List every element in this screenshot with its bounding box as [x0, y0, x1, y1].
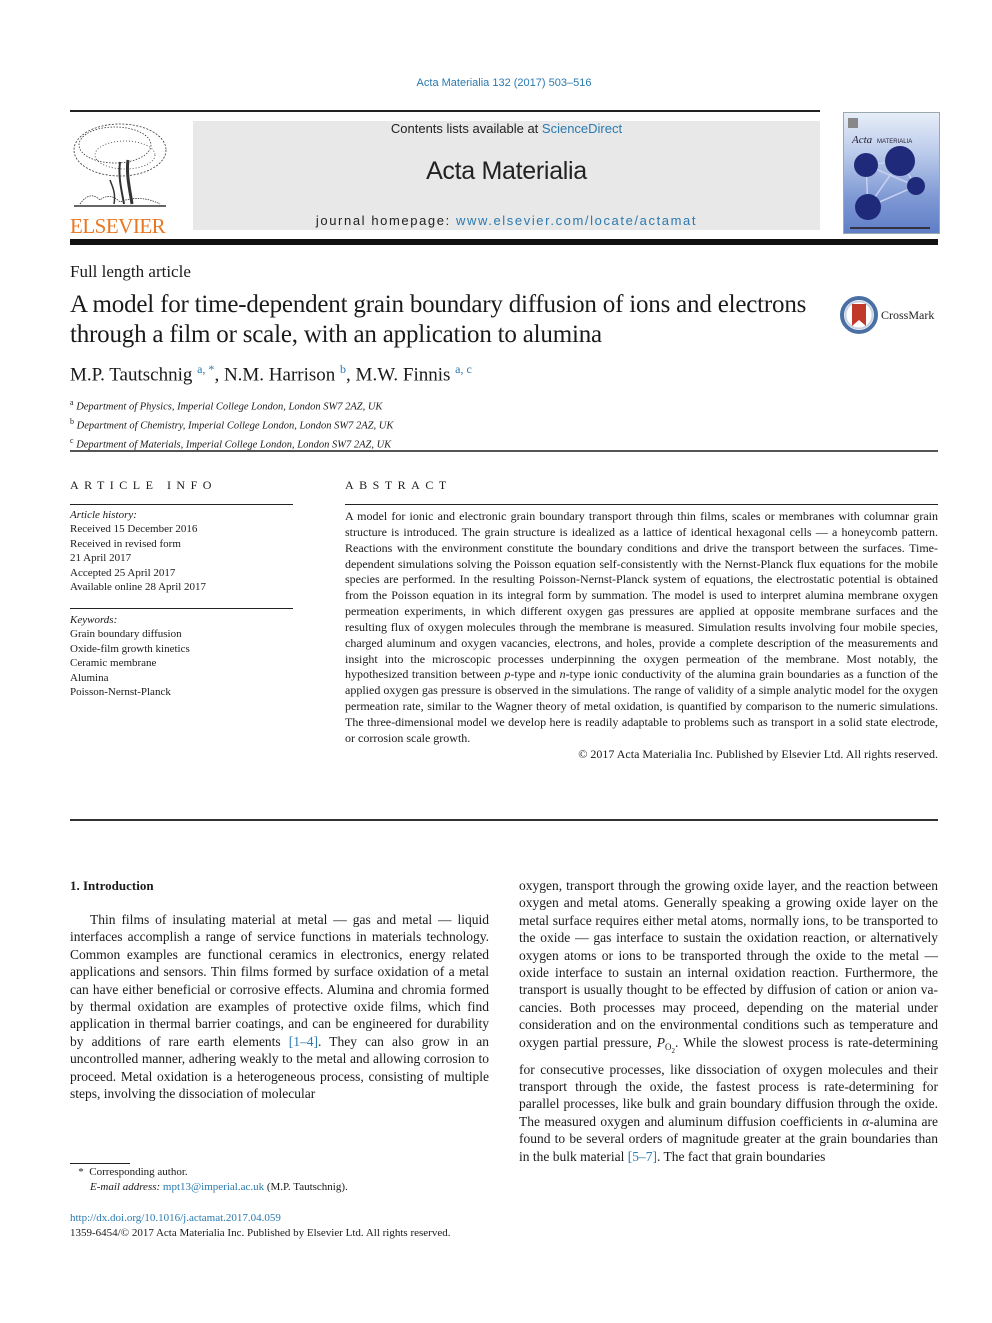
- body-column-left: Thin films of insulating material at met…: [70, 911, 489, 1102]
- masthead-bottom-rule: [70, 239, 938, 245]
- affiliation-mark: b: [70, 417, 74, 426]
- affiliation-mark: a: [70, 398, 74, 407]
- elsevier-logo[interactable]: ELSEVIER: [70, 120, 170, 237]
- abstract-heading: ABSTRACT: [345, 478, 452, 492]
- affiliation-mark: c: [70, 436, 74, 445]
- footnote-rule: [70, 1163, 130, 1164]
- front-matter-bottom-rule: [70, 819, 938, 821]
- crossmark-button[interactable]: CrossMark: [840, 296, 940, 336]
- journal-title: Acta Materialia: [426, 157, 587, 185]
- doi-block: http://dx.doi.org/10.1016/j.actamat.2017…: [70, 1211, 450, 1241]
- abstract-text: A model for ionic and electronic grain b…: [345, 509, 939, 745]
- article-type: Full length article: [70, 262, 191, 281]
- article-title: A model for time-dependent grain boundar…: [70, 291, 807, 348]
- affiliation-text: Department of Materials, Imperial Colleg…: [76, 439, 392, 451]
- elsevier-tree-icon: [70, 120, 170, 210]
- journal-cover-image[interactable]: Acta MATERIALIA: [843, 112, 940, 234]
- partial-pressure-symbol: P: [656, 1034, 666, 1050]
- abstract-copyright: © 2017 Acta Materialia Inc. Published by…: [578, 746, 938, 761]
- crossmark-icon: [840, 296, 878, 334]
- author-affiliation-marks[interactable]: a, c: [455, 362, 472, 376]
- section-divider: [70, 450, 938, 452]
- contents-availability: Contents lists available at ScienceDirec…: [193, 121, 820, 136]
- cover-title-script: Acta: [851, 134, 873, 146]
- affiliations: a Department of Physics, Imperial Colleg…: [70, 396, 393, 453]
- article-history: Article history: Received 15 December 20…: [70, 508, 206, 594]
- history-item: Available online 28 April 2017: [70, 581, 207, 594]
- introduction-heading: 1. Introduction: [70, 878, 154, 893]
- author-name[interactable]: M.W. Finnis: [356, 364, 451, 385]
- affiliation: b Department of Chemistry, Imperial Coll…: [70, 415, 393, 434]
- homepage-prefix: journal homepage:: [315, 213, 457, 228]
- journal-homepage: journal homepage: www.elsevier.com/locat…: [193, 213, 820, 228]
- body-text: oxygen, transport through the growing ox…: [519, 878, 938, 1050]
- doi-link[interactable]: http://dx.doi.org/10.1016/j.actamat.2017…: [70, 1212, 281, 1224]
- footnote-email-line: E-mail address: mpt13@imperial.ac.uk (M.…: [70, 1180, 348, 1195]
- elsevier-wordmark: ELSEVIER: [70, 214, 166, 238]
- journal-reference-link[interactable]: Acta Materialia 132 (2017) 503–516: [0, 77, 992, 89]
- homepage-link[interactable]: www.elsevier.com/locate/actamat: [456, 213, 697, 228]
- article-info-heading: ARTICLE INFO: [70, 478, 217, 492]
- citation-link[interactable]: [5–7]: [628, 1149, 657, 1164]
- author-name[interactable]: M.P. Tautschnig: [70, 364, 192, 385]
- affiliation-text: Department of Physics, Imperial College …: [76, 401, 383, 413]
- email-link[interactable]: mpt13@imperial.ac.uk: [163, 1181, 264, 1193]
- issn-copyright: 1359-6454/© 2017 Acta Materialia Inc. Pu…: [70, 1227, 451, 1239]
- keyword: Poisson-Nernst-Planck: [70, 686, 171, 699]
- cover-title-caps: MATERIALIA: [877, 139, 912, 145]
- body-column-right: oxygen, transport through the growing ox…: [519, 877, 938, 1165]
- header-rule: [70, 110, 820, 112]
- abstract-text-part: A model for ionic and electronic grain b…: [345, 509, 938, 666]
- author-list: M.P. Tautschnig a, *, N.M. Harrison b, M…: [70, 362, 472, 386]
- affiliation-text: Department of Chemistry, Imperial Colleg…: [76, 420, 394, 432]
- footnote-line: * Corresponding author.: [70, 1165, 348, 1180]
- corresponding-author-footnote: * Corresponding author. E-mail address: …: [70, 1165, 348, 1195]
- abstract-text-part: -type ionic conductivity of the alumina …: [345, 667, 939, 745]
- keyword: Oxide-film growth kinetics: [70, 642, 190, 655]
- journal-masthead: Contents lists available at ScienceDirec…: [193, 121, 820, 230]
- article-history-label: Article history:: [70, 509, 137, 521]
- cover-graphic-icon: Acta MATERIALIA: [848, 118, 930, 229]
- keyword: Grain boundary diffusion: [70, 628, 182, 641]
- author-affiliation-marks[interactable]: b: [340, 362, 346, 376]
- history-item: 21 April 2017: [70, 552, 132, 565]
- keywords-label: Keywords:: [70, 614, 118, 626]
- email-label: E-mail address:: [90, 1181, 161, 1193]
- abstract-text-part: -type and: [510, 667, 560, 682]
- sciencedirect-link[interactable]: ScienceDirect: [542, 121, 622, 136]
- affiliation: a Department of Physics, Imperial Colleg…: [70, 396, 393, 415]
- keyword: Alumina: [70, 671, 109, 684]
- history-item: Received in revised form: [70, 537, 181, 550]
- keywords: Keywords: Grain boundary diffusion Oxide…: [70, 613, 190, 699]
- body-text: Thin films of insulating material at met…: [70, 912, 489, 1049]
- email-owner: (M.P. Tautschnig).: [264, 1181, 348, 1193]
- history-item: Accepted 25 April 2017: [70, 566, 176, 579]
- contents-prefix: Contents lists available at: [390, 121, 542, 136]
- corresponding-author-label: Corresponding author.: [89, 1166, 188, 1178]
- abstract-rule: [345, 504, 938, 505]
- article-info-rule: [70, 504, 293, 505]
- body-text: . The fact that grain boundaries: [656, 1148, 826, 1164]
- partial-pressure-subscript: O2: [665, 1042, 675, 1055]
- article-info-rule: [70, 608, 293, 609]
- crossmark-label: CrossMark: [881, 308, 935, 322]
- author-name[interactable]: N.M. Harrison: [224, 364, 335, 385]
- citation-link[interactable]: [1–4]: [289, 1034, 318, 1049]
- keyword: Ceramic membrane: [70, 657, 157, 670]
- abstract-body: A model for ionic and electronic grain b…: [345, 509, 938, 763]
- footnote-star: *: [78, 1166, 84, 1178]
- author-affiliation-marks[interactable]: a, *: [197, 362, 214, 376]
- history-item: Received 15 December 2016: [70, 523, 198, 536]
